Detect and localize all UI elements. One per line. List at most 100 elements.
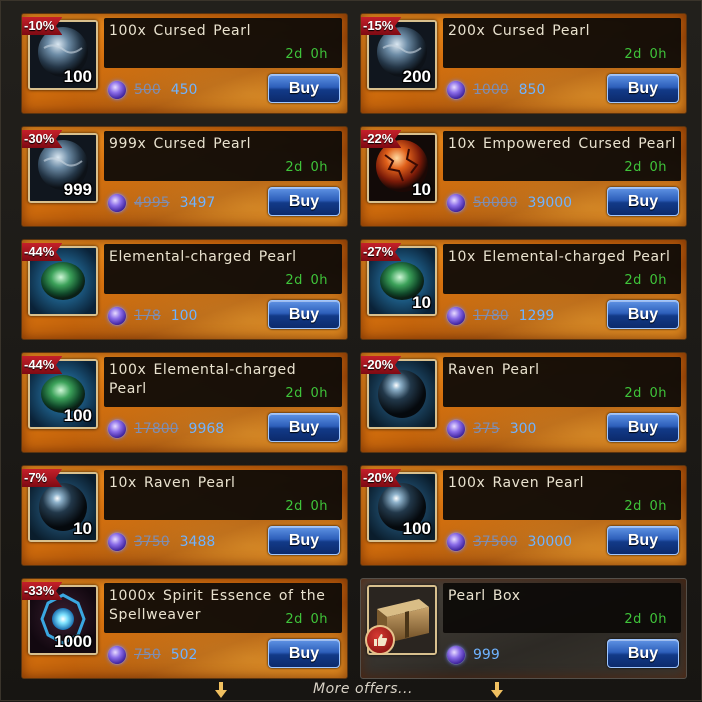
buy-button[interactable]: Buy [607, 526, 679, 555]
item-name: 10x Elemental-charged Pearl [448, 249, 671, 265]
item-quantity: 10 [73, 519, 92, 538]
price-row: 500 450 [108, 80, 197, 100]
new-price: 502 [170, 647, 198, 663]
pearl-currency-icon [108, 420, 126, 438]
price-row: 178 100 [108, 306, 197, 326]
item-info-box: Pearl Box 2d 0h [443, 583, 681, 633]
pearl-currency-icon [108, 533, 126, 551]
item-info-box: 10x Empowered Cursed Pearl 2d 0h [443, 131, 681, 181]
item-name: 999x Cursed Pearl [109, 136, 252, 152]
buy-button[interactable]: Buy [607, 413, 679, 442]
offer-card: 10 -27% 10x Elemental-charged Pearl 2d 0… [360, 239, 687, 340]
item-quantity: 999 [63, 180, 92, 199]
buy-button[interactable]: Buy [268, 526, 340, 555]
new-price: 39000 [527, 195, 573, 211]
new-price: 3488 [179, 534, 216, 550]
offer-card: 999 -30% 999x Cursed Pearl 2d 0h 4995 34… [21, 126, 348, 227]
price-row: 50000 39000 [447, 193, 572, 213]
item-info-box: 10x Raven Pearl 2d 0h [104, 470, 342, 520]
new-price: 300 [509, 421, 537, 437]
new-price: 850 [518, 82, 546, 98]
item-quantity: 10 [412, 293, 431, 312]
old-price: 37500 [473, 534, 518, 550]
pearl-currency-icon [447, 307, 465, 325]
old-price: 1000 [473, 82, 509, 98]
old-price: 375 [473, 421, 500, 437]
offer-card: 100 -20% 100x Raven Pearl 2d 0h 37500 30… [360, 465, 687, 566]
old-price: 50000 [473, 195, 518, 211]
item-quantity: 200 [402, 67, 431, 86]
offer-card: 10 -7% 10x Raven Pearl 2d 0h 3750 3488 B… [21, 465, 348, 566]
buy-button[interactable]: Buy [268, 74, 340, 103]
old-price: 1780 [473, 308, 509, 324]
new-price: 30000 [527, 534, 573, 550]
item-info-box: 1000x Spirit Essence of the Spellweaver … [104, 583, 342, 633]
thumbs-up-icon [365, 625, 395, 655]
offers-footer: More offers... [1, 680, 702, 702]
item-quantity: 100 [63, 67, 92, 86]
item-info-box: Elemental-charged Pearl 2d 0h [104, 244, 342, 294]
time-remaining: 2d 0h [285, 47, 328, 62]
time-remaining: 2d 0h [285, 499, 328, 514]
price-row: 999 [447, 645, 500, 665]
price-row: 1000 850 [447, 80, 545, 100]
pearl-currency-icon [108, 194, 126, 212]
item-name: 10x Raven Pearl [109, 475, 236, 491]
item-info-box: 999x Cursed Pearl 2d 0h [104, 131, 342, 181]
old-price: 3750 [134, 534, 170, 550]
old-price: 750 [134, 647, 161, 663]
time-remaining: 2d 0h [624, 160, 667, 175]
buy-button[interactable]: Buy [268, 300, 340, 329]
buy-button[interactable]: Buy [607, 300, 679, 329]
buy-button[interactable]: Buy [268, 639, 340, 668]
buy-button[interactable]: Buy [268, 413, 340, 442]
pearl-currency-icon [447, 81, 465, 99]
item-shop-panel: 100 -10% 100x Cursed Pearl 2d 0h 500 450… [0, 0, 702, 701]
item-name: Elemental-charged Pearl [109, 249, 297, 265]
item-info-box: 100x Elemental-charged Pearl 2d 0h [104, 357, 342, 407]
pearl-currency-icon [108, 81, 126, 99]
time-remaining: 2d 0h [624, 499, 667, 514]
offers-grid: 100 -10% 100x Cursed Pearl 2d 0h 500 450… [21, 13, 687, 679]
new-price: 999 [473, 647, 500, 663]
item-name: 100x Cursed Pearl [109, 23, 252, 39]
item-quantity: 100 [63, 406, 92, 425]
pearl-currency-icon [108, 646, 126, 664]
price-row: 37500 30000 [447, 532, 572, 552]
item-info-box: 100x Cursed Pearl 2d 0h [104, 18, 342, 68]
offer-card: 1000 -33% 1000x Spirit Essence of the Sp… [21, 578, 348, 679]
pearl-currency-icon [447, 194, 465, 212]
item-name: 200x Cursed Pearl [448, 23, 591, 39]
old-price: 4995 [134, 195, 170, 211]
time-remaining: 2d 0h [624, 47, 667, 62]
new-price: 9968 [188, 421, 225, 437]
price-row: 3750 3488 [108, 532, 215, 552]
offer-card: -20% Raven Pearl 2d 0h 375 300 Buy [360, 352, 687, 453]
buy-button[interactable]: Buy [607, 639, 679, 668]
new-price: 3497 [179, 195, 216, 211]
offer-card: 100 -44% 100x Elemental-charged Pearl 2d… [21, 352, 348, 453]
item-info-box: 10x Elemental-charged Pearl 2d 0h [443, 244, 681, 294]
old-price: 17800 [134, 421, 179, 437]
item-quantity: 100 [402, 519, 431, 538]
buy-button[interactable]: Buy [607, 74, 679, 103]
pearl-currency-icon [108, 307, 126, 325]
more-offers-link[interactable]: More offers... [313, 681, 413, 697]
item-name: 10x Empowered Cursed Pearl [448, 136, 676, 152]
time-remaining: 2d 0h [285, 160, 328, 175]
new-price: 1299 [518, 308, 555, 324]
buy-button[interactable]: Buy [268, 187, 340, 216]
item-info-box: 100x Raven Pearl 2d 0h [443, 470, 681, 520]
offer-card: 100 -10% 100x Cursed Pearl 2d 0h 500 450… [21, 13, 348, 114]
pearl-currency-icon [447, 646, 465, 664]
arrow-down-icon[interactable] [215, 682, 227, 698]
buy-button[interactable]: Buy [607, 187, 679, 216]
time-remaining: 2d 0h [624, 273, 667, 288]
item-name: 100x Raven Pearl [448, 475, 585, 491]
offer-card: Pearl Box 2d 0h 999 Buy [360, 578, 687, 679]
item-quantity: 10 [412, 180, 431, 199]
arrow-down-icon[interactable] [491, 682, 503, 698]
price-row: 17800 9968 [108, 419, 224, 439]
price-row: 750 502 [108, 645, 197, 665]
offer-card: 200 -15% 200x Cursed Pearl 2d 0h 1000 85… [360, 13, 687, 114]
